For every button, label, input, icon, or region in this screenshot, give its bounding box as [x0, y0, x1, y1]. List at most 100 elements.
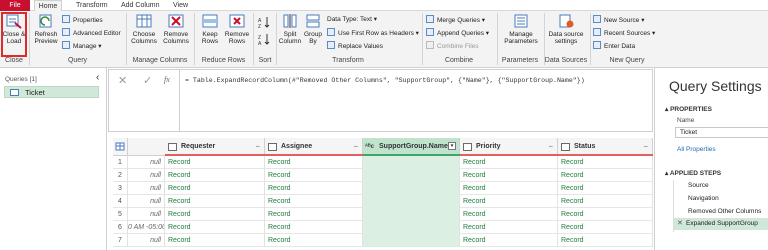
- remove-rows-button[interactable]: Remove Rows: [224, 13, 250, 45]
- query-item-ticket[interactable]: Ticket: [4, 86, 99, 98]
- append-queries-icon: [426, 28, 434, 36]
- supportgroup-name-cell[interactable]: [363, 221, 460, 234]
- confirm-icon[interactable]: ✓: [143, 74, 152, 87]
- record-cell[interactable]: Record: [460, 208, 558, 221]
- table-row: 5 null Record Record Record Record: [113, 208, 653, 221]
- record-cell[interactable]: Record: [558, 182, 653, 195]
- refresh-preview-button[interactable]: Refresh Preview: [31, 13, 61, 45]
- data-type-label: Data Type: Text: [327, 16, 372, 23]
- record-cell[interactable]: Record: [165, 195, 265, 208]
- record-cell[interactable]: Record: [265, 195, 363, 208]
- tab-view[interactable]: View: [173, 0, 188, 11]
- record-cell[interactable]: Record: [165, 221, 265, 234]
- record-cell[interactable]: Record: [558, 169, 653, 182]
- supportgroup-name-cell[interactable]: [363, 195, 460, 208]
- record-cell[interactable]: Record: [558, 156, 653, 169]
- column-header-label: Status: [574, 143, 596, 150]
- keep-rows-button[interactable]: Keep Rows: [197, 13, 223, 45]
- datetime-cell[interactable]: null: [128, 208, 165, 221]
- remove-columns-button[interactable]: Remove Columns: [161, 13, 191, 45]
- record-cell[interactable]: Record: [165, 169, 265, 182]
- record-cell[interactable]: Record: [558, 208, 653, 221]
- data-type-dropdown[interactable]: Data Type: Text ▾: [327, 15, 377, 25]
- manage-label: Manage: [73, 43, 97, 50]
- supportgroup-name-cell[interactable]: [363, 156, 460, 169]
- record-cell[interactable]: Record: [460, 169, 558, 182]
- replace-values-button[interactable]: Replace Values: [327, 41, 383, 51]
- group-label-query: Query: [67, 57, 88, 64]
- group-by-button[interactable]: Group By: [302, 13, 324, 45]
- datetime-cell[interactable]: null: [128, 156, 165, 169]
- combine-files-button[interactable]: Combine Files: [426, 41, 479, 51]
- record-cell[interactable]: Record: [460, 182, 558, 195]
- record-cell[interactable]: Record: [265, 182, 363, 195]
- supportgroup-name-cell[interactable]: [363, 169, 460, 182]
- data-source-settings-button[interactable]: Data source settings: [546, 13, 586, 45]
- append-queries-button[interactable]: Append Queries ▾: [426, 28, 489, 38]
- supportgroup-name-cell[interactable]: [363, 234, 460, 247]
- sort-ascending-icon[interactable]: AZ: [258, 16, 270, 30]
- datetime-cell[interactable]: 0 AM -05:00: [128, 221, 165, 234]
- step-removed-other-columns[interactable]: Removed Other Columns: [688, 208, 761, 215]
- record-cell[interactable]: Record: [558, 221, 653, 234]
- properties-button[interactable]: Properties: [62, 15, 103, 25]
- tab-file[interactable]: File: [0, 0, 30, 11]
- group-label-close: Close: [5, 57, 23, 64]
- record-cell[interactable]: Record: [165, 234, 265, 247]
- new-source-button[interactable]: New Source ▾: [593, 15, 644, 25]
- group-label-reduce-rows: Reduce Rows: [201, 57, 246, 64]
- refresh-preview-label: Refresh Preview: [34, 31, 58, 45]
- tab-transform[interactable]: Transform: [76, 0, 108, 11]
- group-label-transform: Transform: [332, 57, 364, 64]
- first-row-headers-button[interactable]: Use First Row as Headers ▾: [327, 28, 419, 38]
- supportgroup-name-cell[interactable]: [363, 208, 460, 221]
- datetime-cell[interactable]: null: [128, 169, 165, 182]
- recent-sources-button[interactable]: Recent Sources ▾: [593, 28, 655, 38]
- table-menu-icon[interactable]: [113, 138, 128, 156]
- record-cell[interactable]: Record: [460, 234, 558, 247]
- sort-descending-icon[interactable]: ZA: [258, 33, 270, 47]
- manage-parameters-button[interactable]: Manage Parameters: [500, 13, 542, 45]
- tab-add-column[interactable]: Add Column: [121, 0, 160, 11]
- choose-columns-button[interactable]: Choose Columns: [129, 13, 159, 45]
- record-cell[interactable]: Record: [265, 234, 363, 247]
- formula-input[interactable]: = Table.ExpandRecordColumn(#"Removed Oth…: [185, 77, 585, 84]
- tab-home[interactable]: Home: [34, 0, 62, 11]
- supportgroup-name-cell[interactable]: [363, 182, 460, 195]
- record-cell[interactable]: Record: [265, 208, 363, 221]
- datetime-cell[interactable]: null: [128, 182, 165, 195]
- record-cell[interactable]: Record: [460, 195, 558, 208]
- record-cell[interactable]: Record: [265, 156, 363, 169]
- split-column-button[interactable]: Split Column: [278, 13, 302, 45]
- merge-queries-button[interactable]: Merge Queries ▾: [426, 15, 485, 25]
- manage-button[interactable]: Manage ▾: [62, 41, 102, 51]
- table-row: 2 null Record Record Record Record: [113, 169, 653, 182]
- choose-columns-icon: [135, 13, 153, 29]
- step-label: Expanded SupportGroup: [686, 220, 758, 227]
- record-cell[interactable]: Record: [165, 208, 265, 221]
- record-cell[interactable]: Record: [460, 156, 558, 169]
- cancel-icon[interactable]: ✕: [118, 74, 127, 87]
- step-source[interactable]: Source: [688, 182, 709, 189]
- enter-data-button[interactable]: Enter Data: [593, 41, 635, 51]
- record-type-icon: [268, 143, 277, 151]
- record-cell[interactable]: Record: [460, 221, 558, 234]
- datetime-cell[interactable]: null: [128, 195, 165, 208]
- advanced-editor-label: Advanced Editor: [73, 30, 121, 37]
- datetime-cell[interactable]: null: [128, 234, 165, 247]
- remove-columns-label: Remove Columns: [163, 31, 189, 45]
- record-cell[interactable]: Record: [558, 195, 653, 208]
- filter-dropdown-icon[interactable]: ▾: [448, 142, 456, 150]
- record-cell[interactable]: Record: [165, 182, 265, 195]
- query-name-input[interactable]: Ticket: [675, 127, 768, 138]
- record-cell[interactable]: Record: [558, 234, 653, 247]
- all-properties-link[interactable]: All Properties: [677, 146, 716, 153]
- record-cell[interactable]: Record: [265, 221, 363, 234]
- step-expanded-supportgroup[interactable]: ✕ Expanded SupportGroup: [674, 218, 768, 230]
- record-cell[interactable]: Record: [165, 156, 265, 169]
- advanced-editor-button[interactable]: Advanced Editor: [62, 28, 121, 38]
- record-cell[interactable]: Record: [265, 169, 363, 182]
- delete-step-icon[interactable]: ✕: [677, 219, 683, 227]
- collapse-pane-icon[interactable]: ‹: [96, 72, 99, 83]
- step-navigation[interactable]: Navigation: [688, 195, 719, 202]
